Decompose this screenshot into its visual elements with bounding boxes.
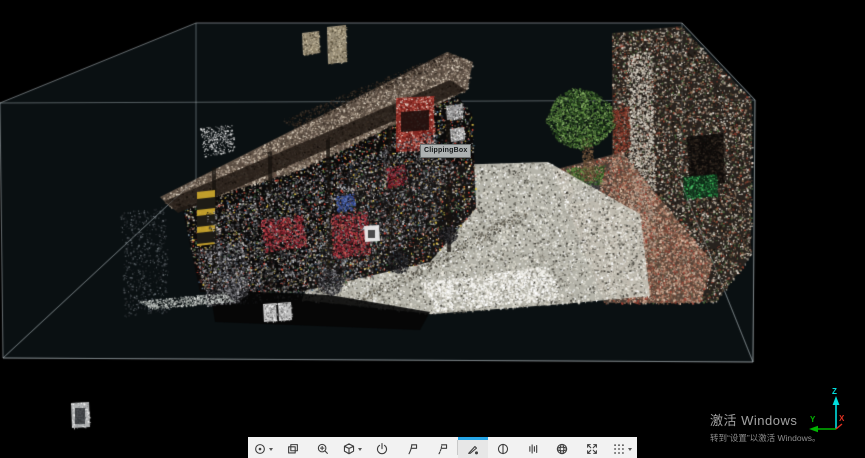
z-arrowhead bbox=[833, 396, 840, 405]
expand-view-button[interactable] bbox=[577, 437, 607, 458]
slice-tool-button[interactable] bbox=[518, 437, 548, 458]
y-axis: Y bbox=[809, 415, 836, 432]
viewer-toolbar bbox=[248, 437, 637, 458]
flag-marker-button[interactable] bbox=[397, 437, 427, 458]
zoom-region-icon bbox=[316, 442, 330, 456]
zoom-region-button[interactable] bbox=[308, 437, 338, 458]
camera-target-icon bbox=[253, 442, 267, 456]
duplicate-icon bbox=[286, 442, 300, 456]
dropdown-caret-icon bbox=[628, 448, 632, 451]
bounding-cube-icon bbox=[342, 442, 356, 456]
x-axis-label: X bbox=[839, 414, 845, 423]
split-circle-icon bbox=[496, 442, 510, 456]
slice-bars-icon bbox=[526, 442, 540, 456]
z-axis-label: Z bbox=[832, 387, 837, 396]
flag-dashed-marker-button[interactable] bbox=[427, 437, 457, 458]
clipping-box-label: ClippingBox bbox=[420, 144, 471, 158]
view-options-button[interactable] bbox=[248, 437, 278, 458]
windows-activation-watermark: 激活 Windows 转到“设置”以激活 Windows。 bbox=[710, 410, 821, 444]
flag-dashed-icon bbox=[435, 442, 449, 456]
axis-gizmo: Z Y X bbox=[805, 385, 865, 458]
watermark-title: 激活 Windows bbox=[710, 410, 821, 429]
dropdown-caret-icon bbox=[358, 448, 362, 451]
trackball-button[interactable] bbox=[547, 437, 577, 458]
flag-icon bbox=[405, 442, 419, 456]
reset-view-button[interactable] bbox=[367, 437, 397, 458]
x-axis: X bbox=[836, 414, 845, 429]
y-axis-label: Y bbox=[810, 415, 816, 424]
split-view-button[interactable] bbox=[488, 437, 518, 458]
bounding-box-button[interactable] bbox=[338, 437, 368, 458]
grid-menu-button[interactable] bbox=[607, 437, 637, 458]
dropdown-caret-icon bbox=[269, 448, 273, 451]
y-arrowhead bbox=[809, 426, 818, 432]
reset-power-icon bbox=[375, 442, 389, 456]
point-cloud-viewport[interactable] bbox=[0, 0, 865, 458]
pick-pen-icon bbox=[466, 442, 480, 456]
watermark-subtitle: 转到“设置”以激活 Windows。 bbox=[710, 432, 821, 444]
dot-grid-icon bbox=[612, 442, 626, 456]
viewer-window: ClippingBox 激活 Windows 转到“设置”以激活 Windows… bbox=[0, 0, 865, 458]
pick-point-button[interactable] bbox=[458, 437, 488, 458]
expand-arrows-icon bbox=[585, 442, 599, 456]
duplicate-view-button[interactable] bbox=[278, 437, 308, 458]
trackball-icon bbox=[555, 442, 569, 456]
